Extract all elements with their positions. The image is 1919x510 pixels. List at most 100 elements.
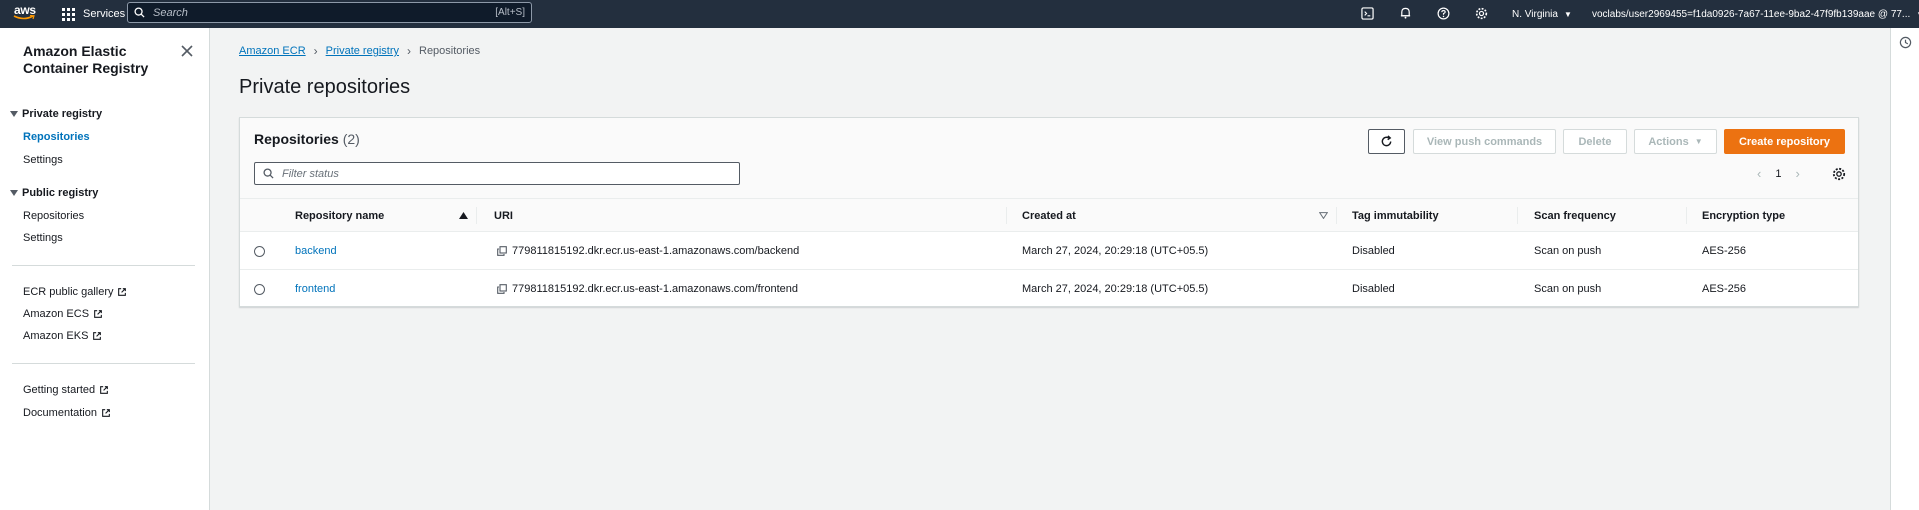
section-private-registry[interactable]: Private registry: [10, 108, 102, 120]
link-label: Getting started: [23, 384, 96, 396]
copy-icon[interactable]: [497, 246, 507, 256]
grid-icon: [62, 7, 75, 21]
sort-icon[interactable]: [1319, 212, 1328, 219]
panel-title-text: Repositories: [254, 131, 339, 147]
external-link-icon: [100, 386, 109, 394]
link-amazon-eks[interactable]: Amazon EKS: [23, 330, 102, 342]
column-uri[interactable]: URI: [494, 199, 513, 232]
view-push-commands-button[interactable]: View push commands: [1413, 129, 1556, 154]
gear-icon[interactable]: [1473, 5, 1489, 21]
table-header: Repository name URI Created at Tag immut…: [240, 199, 1858, 232]
uri-text: 779811815192.dkr.ecr.us-east-1.amazonaws…: [512, 283, 798, 295]
sidebar-item-public-settings[interactable]: Settings: [23, 232, 63, 244]
chevron-down-icon: ▼: [1563, 9, 1572, 19]
external-link-icon: [102, 409, 110, 417]
aws-logo[interactable]: aws: [12, 3, 38, 25]
table-settings-icon[interactable]: [1832, 167, 1846, 181]
link-getting-started[interactable]: Getting started: [23, 384, 109, 396]
smile-icon: [13, 15, 35, 20]
help-icon[interactable]: [1435, 5, 1451, 21]
tag-immutability-cell: Disabled: [1352, 245, 1395, 257]
sort-ascending-icon[interactable]: [459, 212, 468, 219]
copy-icon[interactable]: [497, 284, 507, 294]
breadcrumb-private-registry[interactable]: Private registry: [326, 45, 399, 57]
search-shortcut: [Alt+S]: [495, 7, 525, 18]
previous-page-icon[interactable]: ‹: [1757, 166, 1761, 181]
scan-frequency-cell: Scan on push: [1534, 283, 1602, 295]
link-ecr-public-gallery[interactable]: ECR public gallery: [23, 286, 127, 298]
create-repository-button[interactable]: Create repository: [1724, 129, 1845, 154]
filter-box[interactable]: [254, 162, 740, 185]
row-select-radio[interactable]: [254, 270, 265, 308]
sidebar: Amazon Elastic Container Registry Privat…: [0, 28, 210, 510]
repositories-panel: Repositories (2) View push commands Dele…: [239, 117, 1859, 307]
external-link-icon: [93, 332, 102, 340]
search-icon: [134, 7, 145, 18]
caret-down-icon: ▼: [1694, 137, 1703, 146]
region-label: N. Virginia: [1512, 8, 1558, 20]
breadcrumb-amazon-ecr[interactable]: Amazon ECR: [239, 45, 306, 57]
column-tag-immutability[interactable]: Tag immutability: [1352, 199, 1439, 232]
delete-button[interactable]: Delete: [1563, 129, 1627, 154]
breadcrumb-repositories: Repositories: [419, 45, 481, 57]
tag-immutability-cell: Disabled: [1352, 283, 1395, 295]
encryption-type-cell: AES-256: [1702, 283, 1747, 295]
table-row: frontend 779811815192.dkr.ecr.us-east-1.…: [240, 270, 1858, 308]
created-at-cell: March 27, 2024, 20:29:18 (UTC+05.5): [1022, 245, 1209, 257]
search-input[interactable]: [153, 6, 496, 19]
close-icon[interactable]: [180, 44, 194, 58]
search-icon: [263, 168, 274, 179]
link-label: Amazon ECS: [23, 308, 90, 320]
panel-title: Repositories (2): [254, 131, 360, 147]
section-label: Public registry: [22, 187, 99, 199]
sidebar-item-private-repositories[interactable]: Repositories: [23, 131, 90, 143]
column-encryption-type[interactable]: Encryption type: [1702, 199, 1785, 232]
next-page-icon[interactable]: ›: [1795, 166, 1799, 181]
link-label: Amazon EKS: [23, 330, 89, 342]
row-select-radio[interactable]: [254, 232, 265, 270]
account-label: voclabs/user2969455=f1da0926-7a67-11ee-9…: [1592, 8, 1911, 20]
breadcrumb: Amazon ECR › Private registry › Reposito…: [239, 44, 480, 58]
page-number[interactable]: 1: [1775, 168, 1781, 180]
services-menu[interactable]: Services: [62, 0, 125, 28]
link-amazon-ecs[interactable]: Amazon ECS: [23, 308, 103, 320]
account-menu[interactable]: voclabs/user2969455=f1da0926-7a67-11ee-9…: [1592, 0, 1919, 28]
divider: [12, 363, 195, 364]
column-repository-name[interactable]: Repository name: [295, 199, 384, 232]
link-documentation[interactable]: Documentation: [23, 407, 111, 419]
scan-frequency-cell: Scan on push: [1534, 245, 1602, 257]
sidebar-item-public-repositories[interactable]: Repositories: [23, 210, 84, 222]
actions-button[interactable]: Actions ▼: [1634, 129, 1717, 154]
uri-text: 779811815192.dkr.ecr.us-east-1.amazonaws…: [512, 245, 800, 257]
repository-count: (2): [342, 131, 360, 147]
actions-label: Actions: [1648, 135, 1689, 148]
created-at-cell: March 27, 2024, 20:29:18 (UTC+05.5): [1022, 283, 1209, 295]
service-title: Amazon Elastic Container Registry: [23, 43, 149, 76]
top-navigation: aws Services [Alt+S] N. Virginia ▼ vocla…: [0, 0, 1919, 28]
services-label: Services: [83, 8, 126, 20]
panel-header: Repositories (2) View push commands Dele…: [240, 118, 1858, 199]
pagination: ‹ 1 ›: [1757, 166, 1800, 181]
uri-cell: 779811815192.dkr.ecr.us-east-1.amazonaws…: [497, 270, 798, 308]
column-created-at[interactable]: Created at: [1022, 199, 1076, 232]
cloudshell-icon[interactable]: [1359, 5, 1375, 21]
notifications-icon[interactable]: [1397, 5, 1413, 21]
chevron-right-icon: ›: [313, 44, 318, 58]
global-search[interactable]: [Alt+S]: [127, 2, 532, 23]
section-public-registry[interactable]: Public registry: [10, 187, 98, 199]
filter-input[interactable]: [282, 167, 731, 180]
caret-down-icon: [10, 190, 18, 196]
page-title: Private repositories: [239, 76, 411, 98]
repository-name-link[interactable]: backend: [295, 232, 337, 270]
refresh-button[interactable]: [1368, 129, 1405, 154]
repository-name-link[interactable]: frontend: [295, 270, 335, 308]
clock-icon[interactable]: [1899, 36, 1912, 49]
external-link-icon: [118, 288, 127, 296]
region-selector[interactable]: N. Virginia ▼: [1512, 0, 1572, 28]
right-rail: [1890, 28, 1919, 510]
chevron-right-icon: ›: [407, 44, 411, 58]
external-link-icon: [94, 310, 102, 318]
sidebar-item-private-settings[interactable]: Settings: [23, 154, 63, 166]
column-scan-frequency[interactable]: Scan frequency: [1534, 199, 1616, 232]
refresh-icon: [1381, 135, 1392, 147]
